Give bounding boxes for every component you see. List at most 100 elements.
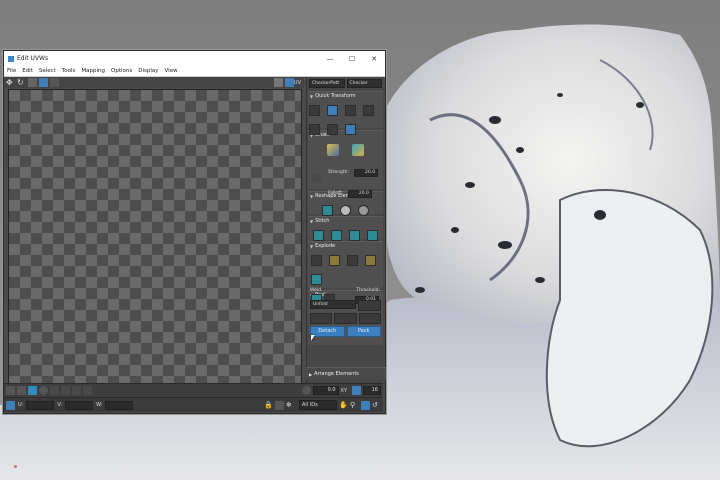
flip-icon[interactable] (327, 124, 339, 135)
coordinate-bar: U: V: W: 🔒 ❄ All IDs ✋ ⚲ ↺ (4, 397, 383, 412)
strength-field[interactable]: 20.0 (354, 169, 379, 177)
uv-editor-canvas[interactable] (8, 89, 302, 391)
stitch-to-target-icon[interactable] (312, 230, 324, 241)
threshold-label: Threshold: (356, 288, 380, 293)
pin-selected-icon[interactable] (358, 313, 381, 324)
paint-brush-icon[interactable] (326, 143, 339, 156)
menu-options[interactable]: Options (108, 68, 135, 74)
align-vertical-icon[interactable] (345, 105, 357, 116)
freeform-icon[interactable] (39, 78, 48, 87)
pack-button[interactable]: Pack (346, 326, 381, 337)
quick-transform-title: Quick Transform (315, 93, 356, 99)
texture-dropdown[interactable]: CheckerPatt (309, 79, 345, 88)
show-map-icon[interactable] (273, 78, 283, 87)
u-field[interactable] (26, 400, 55, 410)
uv-toolbar: ✥ ↻ UV (4, 77, 304, 88)
space-icon[interactable] (363, 105, 375, 116)
rotate-90-icon[interactable] (309, 124, 320, 135)
window-title: Edit UVWs (17, 55, 49, 62)
mirror-icon[interactable] (50, 78, 59, 87)
close-button[interactable]: ✕ (363, 55, 385, 63)
lock-selection-icon[interactable]: 🔒 (264, 401, 273, 410)
edit-uvws-window[interactable]: Edit UVWs — ☐ ✕ File Edit Select Tools M… (3, 50, 386, 414)
zoom-field[interactable]: 0.0 (312, 386, 339, 395)
title-bar[interactable]: Edit UVWs — ☐ ✕ (4, 51, 385, 66)
w-label: W: (96, 402, 103, 408)
snap-icon[interactable]: ❄ (286, 401, 295, 410)
stitch-settings-icon[interactable] (367, 230, 379, 241)
w-field[interactable] (105, 400, 134, 410)
align-horizontal-icon[interactable] (327, 105, 339, 116)
face-mode-icon[interactable] (28, 386, 37, 395)
grid-field[interactable]: 16 (363, 386, 381, 395)
edge-mode-icon[interactable] (17, 386, 26, 395)
stitch-section: ▼ Stitch (308, 216, 383, 241)
v-field[interactable] (65, 400, 94, 410)
scale-icon[interactable] (28, 78, 37, 87)
loop-icon[interactable] (72, 386, 81, 395)
element-mode-icon[interactable] (39, 386, 48, 395)
falloff-field[interactable]: 20.0 (347, 190, 372, 198)
zoom-icon[interactable]: ⚲ (350, 401, 359, 410)
checker-dropdown[interactable]: Checker (346, 79, 382, 88)
straighten-icon[interactable] (345, 124, 357, 135)
detach-edge-icon[interactable] (329, 255, 341, 266)
break-icon[interactable] (311, 255, 322, 266)
lock-icon[interactable] (301, 386, 311, 395)
material-id-dropdown[interactable]: All IDs (299, 400, 337, 410)
pan-icon[interactable]: ✋ (339, 401, 348, 410)
mouse-cursor (311, 335, 315, 341)
peel-section: ▼Peel Unfold Detach Pack (308, 290, 383, 345)
pin-icon[interactable] (312, 173, 321, 183)
menu-view[interactable]: View (162, 68, 181, 74)
ring-icon[interactable] (83, 386, 92, 395)
explode-icon[interactable] (347, 255, 359, 266)
peel-mode-icon[interactable] (334, 313, 357, 324)
quick-peel-icon[interactable] (310, 313, 333, 324)
rotate-icon[interactable]: ↻ (17, 78, 26, 87)
selection-toolbar: 0.0 XY 16 (4, 383, 383, 397)
arrange-elements-section[interactable]: ▶ Arrange Elements (306, 367, 386, 380)
flatten-icon[interactable] (365, 255, 377, 266)
absolute-mode-icon[interactable] (6, 400, 15, 410)
weld-label: Weld (310, 288, 322, 293)
filter-icon[interactable] (275, 400, 284, 410)
xy-label[interactable]: XY (341, 388, 347, 394)
relax-settings-icon[interactable] (358, 205, 370, 216)
menu-select[interactable]: Select (36, 68, 59, 74)
stitch-title: Stitch (315, 218, 330, 224)
align-icon[interactable] (309, 105, 320, 116)
menu-mapping[interactable]: Mapping (78, 68, 108, 74)
peel-options-icon[interactable] (358, 300, 381, 311)
menu-edit[interactable]: Edit (19, 68, 36, 74)
menu-display[interactable]: Display (135, 68, 161, 74)
menu-bar: File Edit Select Tools Mapping Options D… (4, 66, 385, 77)
stitch-average-icon[interactable] (330, 230, 342, 241)
detach-button[interactable]: Detach (310, 326, 345, 337)
refresh-icon[interactable]: ↺ (372, 401, 381, 410)
relax-icon[interactable] (340, 205, 351, 216)
maximize-button[interactable]: ☐ (341, 55, 363, 63)
menu-tools[interactable]: Tools (59, 68, 79, 74)
explode-settings-icon[interactable] (311, 274, 322, 285)
quick-transform-section: ▼ Quick Transform (308, 91, 383, 135)
checker-icon[interactable] (284, 78, 294, 87)
grid-icon[interactable] (352, 386, 361, 395)
menu-file[interactable]: File (4, 68, 19, 74)
shrink-selection-icon[interactable] (61, 386, 70, 395)
strength-label: Strength: (328, 170, 349, 175)
move-icon[interactable]: ✥ (6, 78, 15, 87)
peel-mode-dropdown[interactable]: Unfold (310, 300, 356, 309)
viewport-marker (14, 465, 17, 468)
explode-section: ▼ Explode Weld Threshold: 0.01 (308, 241, 383, 305)
grow-selection-icon[interactable] (50, 386, 59, 395)
uv-label[interactable]: UV (294, 80, 301, 86)
vertex-mode-icon[interactable] (6, 386, 15, 395)
brush-section: ▼ Brush Strength: 20.0 Falloff: 20.0 (308, 130, 383, 198)
minimize-button[interactable]: — (319, 55, 341, 63)
zoom-extents-icon[interactable] (361, 400, 370, 410)
relax-brush-icon[interactable] (352, 143, 365, 156)
v-label: V: (57, 402, 63, 408)
stitch-to-source-icon[interactable] (349, 230, 361, 241)
straighten-selection-icon[interactable] (321, 205, 333, 216)
